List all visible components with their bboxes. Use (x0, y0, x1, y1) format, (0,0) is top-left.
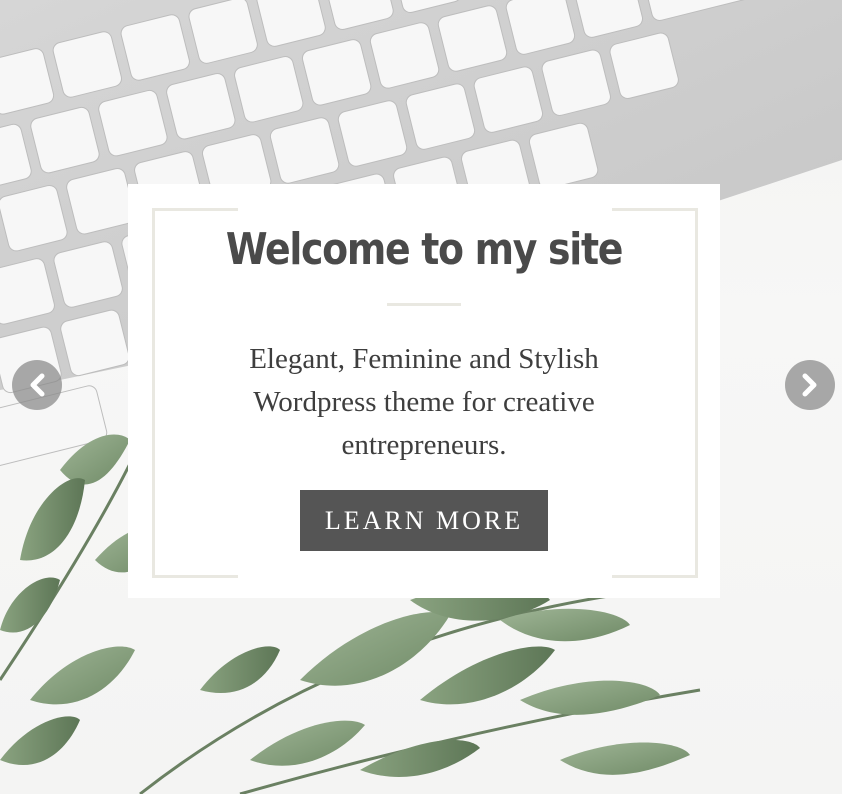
learn-more-button[interactable]: LEARN MORE (300, 490, 548, 551)
welcome-card: Welcome to my site Elegant, Feminine and… (128, 184, 720, 598)
slider-prev-button[interactable] (12, 360, 62, 410)
title-divider (387, 303, 461, 306)
welcome-title: Welcome to my site (225, 224, 624, 275)
chevron-right-icon (802, 373, 817, 397)
slider-next-button[interactable] (785, 360, 835, 410)
welcome-description: Elegant, Feminine and Stylish Wordpress … (249, 343, 599, 461)
chevron-left-icon (30, 373, 45, 397)
hero-slider: Welcome to my site Elegant, Feminine and… (0, 0, 842, 794)
